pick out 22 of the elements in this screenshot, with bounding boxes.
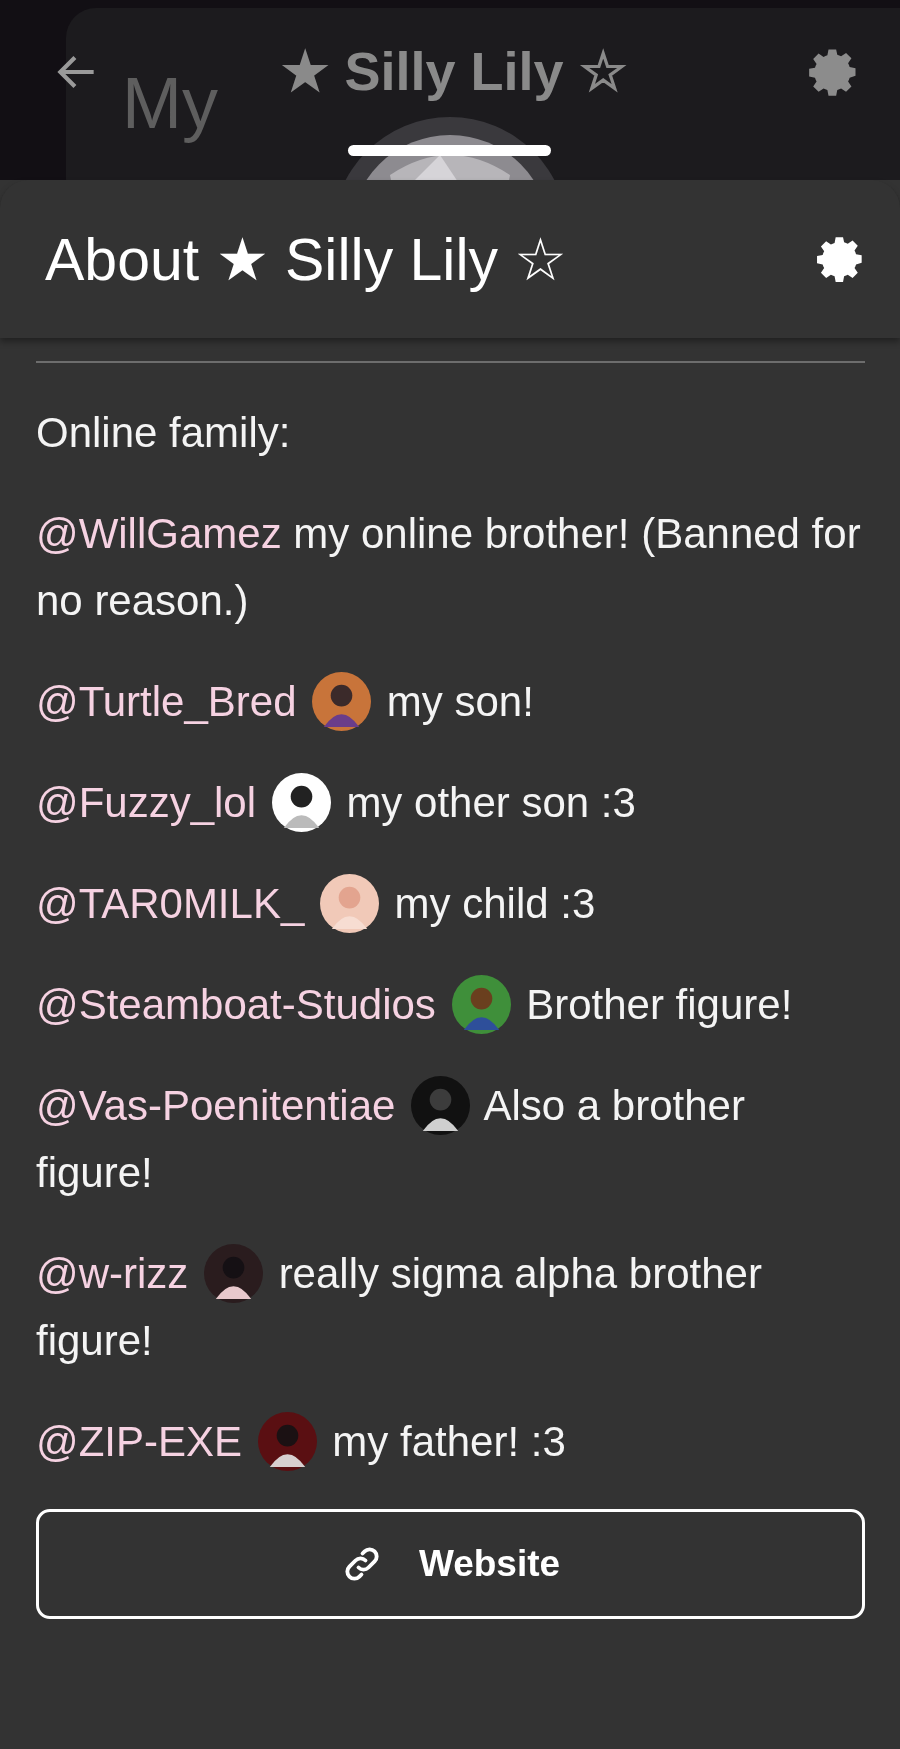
family-entry: @Vas-Poenitentiae Also a brother figure! [36, 1072, 865, 1206]
website-button[interactable]: Website [36, 1509, 865, 1619]
family-entry: @Fuzzy_lol my other son :3 [36, 769, 865, 836]
background-text: My [122, 62, 218, 144]
mention-link[interactable]: @Steamboat-Studios [36, 981, 436, 1028]
sheet-title: About ★ Silly Lily ☆ [45, 225, 568, 294]
intro-text: Online family: [36, 408, 292, 458]
profile-title: ★ Silly Lily ☆ [281, 40, 627, 103]
mention-link[interactable]: @WillGamez [36, 510, 282, 557]
mention-link[interactable]: @Turtle_Bred [36, 678, 297, 725]
mention-link[interactable]: @w-rizz [36, 1250, 189, 1297]
drag-handle[interactable] [348, 145, 551, 156]
family-entry: @w-rizz really sigma alpha brother figure! [36, 1240, 865, 1374]
mention-link[interactable]: @Vas-Poenitentiae [36, 1082, 396, 1129]
family-entry: @ZIP-EXE my father! :3 [36, 1408, 865, 1475]
mention-link[interactable]: @TAR0MILK_ [36, 880, 305, 927]
family-entry: @WillGamez my online brother! (Banned for no reason.) [36, 509, 862, 626]
family-entry: @TAR0MILK_ my child :3 [36, 870, 865, 937]
mention-link[interactable]: @Fuzzy_lol [36, 779, 257, 826]
family-entry: @Turtle_Bred my son! [36, 668, 865, 735]
mention-link[interactable]: @ZIP-EXE [36, 1418, 242, 1465]
family-entry: @Steamboat-Studios Brother figure! [36, 971, 865, 1038]
